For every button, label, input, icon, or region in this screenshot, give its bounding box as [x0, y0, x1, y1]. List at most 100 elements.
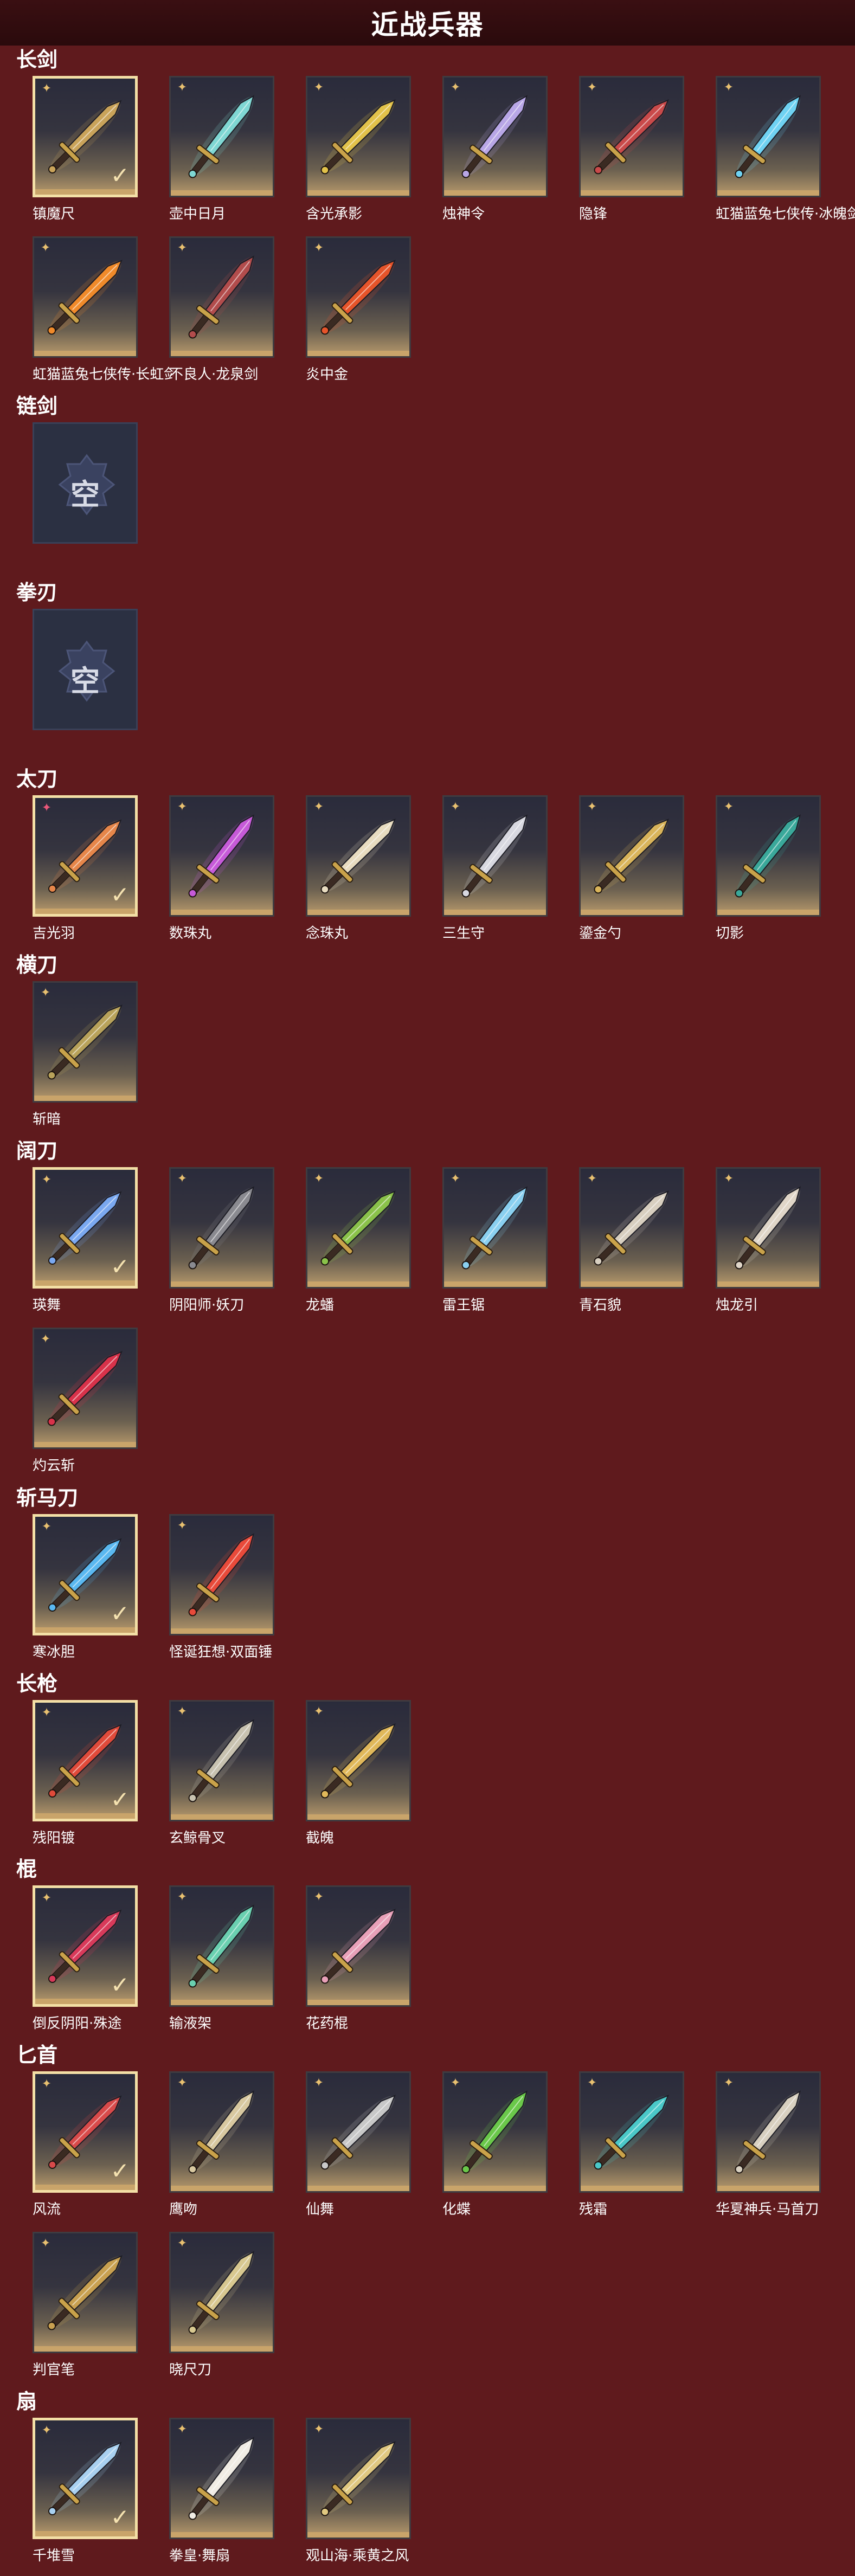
rarity-star-icon: ✦: [313, 1172, 324, 1186]
weapon-item[interactable]: ✦ 怪诞狂想·双面锤: [169, 1514, 274, 1672]
weapon-card[interactable]: ✦: [169, 1885, 274, 2007]
weapon-card[interactable]: ✦: [579, 795, 684, 917]
weapon-item[interactable]: ✦ 虹猫蓝兔七侠传·冰魄剑: [716, 76, 855, 234]
rarity-star-icon: ✦: [41, 2077, 52, 2091]
weapon-card[interactable]: ✦: [306, 2418, 411, 2539]
weapon-card[interactable]: ✦ ✓: [33, 2071, 138, 2193]
weapon-item[interactable]: ✦ 青石貌: [579, 1167, 684, 1325]
empty-weapon-slot[interactable]: 空: [33, 609, 138, 767]
weapon-item[interactable]: ✦ 输液架: [169, 1885, 274, 2044]
weapon-card[interactable]: ✦: [579, 76, 684, 197]
weapon-card[interactable]: ✦: [169, 2418, 274, 2539]
weapon-item[interactable]: ✦ 念珠丸: [306, 795, 411, 954]
weapon-card[interactable]: ✦: [306, 1885, 411, 2007]
weapon-card[interactable]: ✦ ✓: [33, 1700, 138, 1821]
weapon-card[interactable]: ✦: [169, 236, 274, 358]
weapon-item[interactable]: ✦ 龙蟠: [306, 1167, 411, 1325]
weapon-card[interactable]: ✦: [33, 1328, 138, 1449]
weapon-card[interactable]: ✦: [306, 2071, 411, 2193]
weapon-card[interactable]: ✦: [33, 981, 138, 1103]
weapon-item[interactable]: ✦ 仙舞: [306, 2071, 411, 2230]
weapon-item[interactable]: ✦ 烛神令: [442, 76, 548, 234]
weapon-card[interactable]: ✦ ✓: [33, 1885, 138, 2007]
weapon-card[interactable]: ✦: [33, 2232, 138, 2353]
card-footer-bar: [171, 190, 273, 196]
weapon-item[interactable]: ✦ 数珠丸: [169, 795, 274, 954]
weapon-card[interactable]: ✦: [716, 76, 821, 197]
weapon-item[interactable]: ✦ 鹰吻: [169, 2071, 274, 2230]
weapon-item[interactable]: ✦ 观山海·乘黄之风: [306, 2418, 411, 2576]
empty-weapon-slot[interactable]: 空: [33, 422, 138, 581]
weapon-item[interactable]: ✦ 拳皇·舞扇: [169, 2418, 274, 2576]
weapon-card[interactable]: ✦: [306, 1167, 411, 1289]
weapon-item[interactable]: ✦ 炎中金: [306, 236, 411, 395]
weapon-item[interactable]: ✦ 华夏神兵·马首刀: [716, 2071, 821, 2230]
weapon-card[interactable]: ✦: [442, 76, 548, 197]
equipped-check-icon: ✓: [110, 1786, 130, 1813]
weapon-card[interactable]: ✦ ✓: [33, 1514, 138, 1635]
weapon-item[interactable]: ✦ 烛龙引: [716, 1167, 821, 1325]
weapon-item[interactable]: ✦ ✓ 千堆雪: [33, 2418, 138, 2576]
card-footer-bar: [717, 910, 819, 915]
weapon-item[interactable]: ✦ ✓ 瑛舞: [33, 1167, 138, 1325]
weapon-item[interactable]: ✦ ✓ 风流: [33, 2071, 138, 2230]
weapon-item[interactable]: ✦ 阴阳师·妖刀: [169, 1167, 274, 1325]
weapon-item[interactable]: ✦ 灼云斩: [33, 1328, 138, 1486]
weapon-card[interactable]: ✦: [169, 1167, 274, 1289]
weapon-card[interactable]: ✦: [169, 1514, 274, 1635]
weapon-card[interactable]: ✦: [169, 76, 274, 197]
weapon-card[interactable]: ✦: [442, 2071, 548, 2193]
weapon-card[interactable]: ✦: [716, 2071, 821, 2193]
weapon-card[interactable]: ✦: [716, 1167, 821, 1289]
weapon-item[interactable]: ✦ ✓ 残阳镀: [33, 1700, 138, 1858]
weapon-item[interactable]: ✦ 残霜: [579, 2071, 684, 2230]
weapon-card[interactable]: ✦: [306, 76, 411, 197]
weapon-card[interactable]: ✦: [33, 236, 138, 358]
weapon-card[interactable]: ✦ ✓: [33, 2418, 138, 2539]
rarity-star-icon: ✦: [177, 1519, 188, 1532]
iv-stand-staff-icon: [188, 1904, 255, 1988]
weapon-item[interactable]: ✦ ✓ 寒冰胆: [33, 1514, 138, 1672]
rarity-star-icon: ✦: [313, 2076, 324, 2090]
weapon-card[interactable]: ✦: [442, 795, 548, 917]
weapon-card[interactable]: ✦ ✓: [33, 76, 138, 197]
weapon-name: 玄鲸骨叉: [169, 1830, 226, 1846]
weapon-item[interactable]: ✦ 雷王锯: [442, 1167, 548, 1325]
weapon-card[interactable]: ✦: [442, 1167, 548, 1289]
weapon-item[interactable]: ✦ 截魄: [306, 1700, 411, 1858]
weapon-card[interactable]: ✦: [169, 795, 274, 917]
weapon-name: 输液架: [169, 2015, 212, 2032]
weapon-card[interactable]: ✦: [306, 236, 411, 358]
weapon-item[interactable]: ✦ 三生守: [442, 795, 548, 954]
section-title: 链剑: [16, 394, 58, 418]
weapon-item[interactable]: ✦ 壶中日月: [169, 76, 274, 234]
weapon-item[interactable]: ✦ 不良人·龙泉剑: [169, 236, 274, 395]
weapon-item[interactable]: ✦ 化蝶: [442, 2071, 548, 2230]
weapon-item[interactable]: ✦ ✓ 吉光羽: [33, 795, 138, 954]
weapon-item[interactable]: ✦ ✓ 倒反阴阳·殊途: [33, 1885, 138, 2044]
weapon-item[interactable]: ✦ ✓ 镇魔尺: [33, 76, 138, 234]
weapon-item[interactable]: ✦ 花药棍: [306, 1885, 411, 2044]
weapon-item[interactable]: ✦ 判官笔: [33, 2232, 138, 2390]
weapon-item[interactable]: ✦ 切影: [716, 795, 821, 954]
weapon-card[interactable]: ✦: [579, 1167, 684, 1289]
weapon-item[interactable]: ✦ 虹猫蓝兔七侠传·长虹剑: [33, 236, 173, 395]
weapon-card[interactable]: ✦: [306, 795, 411, 917]
equipped-check-icon: ✓: [110, 1253, 130, 1280]
weapon-card[interactable]: ✦: [169, 2232, 274, 2353]
weapon-card[interactable]: ✦: [306, 1700, 411, 1821]
weapon-card[interactable]: ✦ ✓: [33, 1167, 138, 1289]
weapon-card[interactable]: ✦ ✓: [33, 795, 138, 917]
weapon-item[interactable]: ✦ 含光承影: [306, 76, 411, 234]
weapon-item[interactable]: ✦ 鎏金勺: [579, 795, 684, 954]
card-footer-bar: [444, 1281, 546, 1287]
weapon-card[interactable]: ✦: [169, 1700, 274, 1821]
weapon-item[interactable]: ✦ 玄鲸骨叉: [169, 1700, 274, 1858]
weapon-item[interactable]: ✦ 晓尺刀: [169, 2232, 274, 2390]
weapon-card[interactable]: ✦: [169, 2071, 274, 2193]
weapon-item[interactable]: ✦ 隐锋: [579, 76, 684, 234]
weapon-item[interactable]: ✦ 斩暗: [33, 981, 138, 1139]
weapon-card[interactable]: ✦: [579, 2071, 684, 2193]
rarity-star-icon: ✦: [177, 2423, 188, 2436]
weapon-card[interactable]: ✦: [716, 795, 821, 917]
